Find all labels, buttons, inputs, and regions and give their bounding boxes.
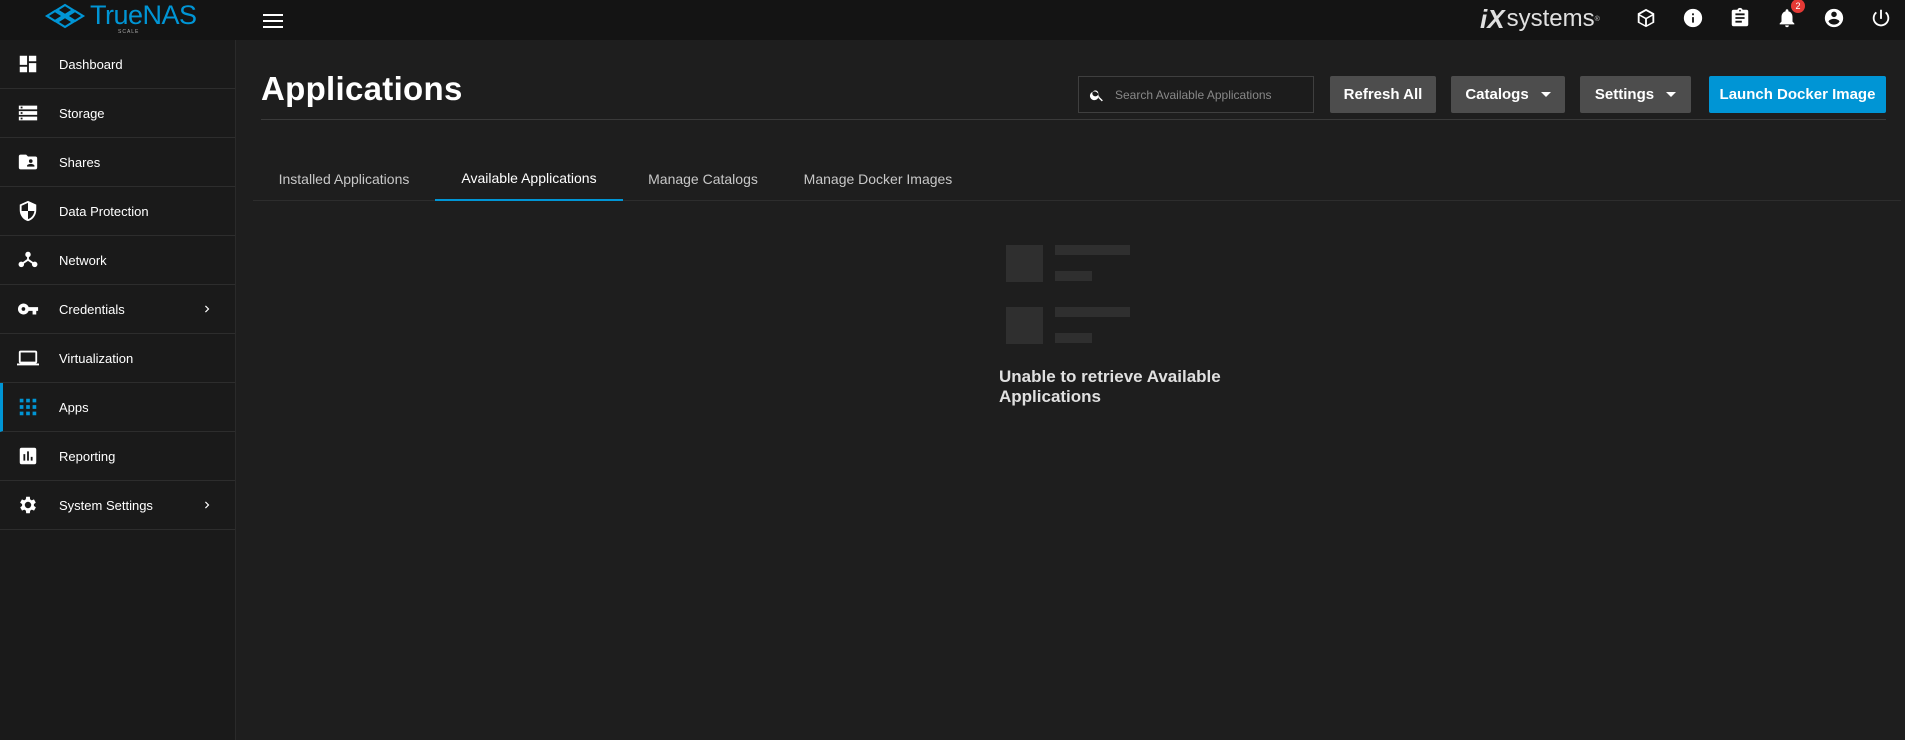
tab-installed-applications[interactable]: Installed Applications [253, 156, 435, 201]
ix-trademark: ® [1594, 15, 1600, 23]
sidebar-item-label: Network [59, 252, 107, 268]
truenas-logo-icon [44, 3, 86, 29]
sidebar-item-label: Dashboard [59, 56, 123, 72]
sidebar-item-storage[interactable]: Storage [0, 89, 235, 138]
power-icon[interactable] [1869, 6, 1893, 30]
folder-shared-icon [17, 151, 39, 173]
shield-icon [17, 200, 39, 222]
launch-docker-image-button[interactable]: Launch Docker Image [1709, 76, 1886, 113]
sidebar-item-reporting[interactable]: Reporting [0, 432, 235, 481]
ixsystems-logo[interactable]: iX systems ® [1480, 2, 1600, 36]
account-icon[interactable] [1822, 6, 1846, 30]
storage-icon [17, 102, 39, 124]
caret-down-icon [1540, 92, 1551, 97]
sidebar-item-system-settings[interactable]: System Settings [0, 481, 235, 530]
sidebar-item-data-protection[interactable]: Data Protection [0, 187, 235, 236]
sidebar-item-virtualization[interactable]: Virtualization [0, 334, 235, 383]
page-title: Applications [261, 70, 463, 107]
caret-down-icon [1666, 92, 1677, 97]
settings-label: Settings [1594, 86, 1655, 103]
menu-toggle-icon[interactable] [263, 10, 283, 30]
search-box[interactable] [1078, 76, 1314, 113]
tab-manage-docker-images[interactable]: Manage Docker Images [783, 156, 973, 201]
key-icon [17, 298, 39, 320]
top-bar: TrueNAS SCALE iX systems ® 2 [0, 0, 1905, 40]
main-content: Applications Refresh All Catalogs Settin… [236, 40, 1905, 740]
ix-logo-mark: iX [1480, 3, 1505, 34]
apps-grid-icon [17, 396, 39, 418]
sidebar-item-label: Shares [59, 154, 101, 170]
chart-icon [17, 445, 39, 467]
sidebar-item-label: Apps [59, 399, 89, 415]
sidebar-item-dashboard[interactable]: Dashboard [0, 40, 235, 89]
sidebar-item-label: Reporting [59, 448, 116, 464]
sidebar-item-network[interactable]: Network [0, 236, 235, 285]
truenas-logo[interactable]: TrueNAS SCALE [44, 0, 197, 36]
sidebar-item-credentials[interactable]: Credentials [0, 285, 235, 334]
launch-docker-image-label: Launch Docker Image [1719, 86, 1876, 103]
tab-manage-catalogs[interactable]: Manage Catalogs [623, 156, 783, 201]
network-icon [17, 249, 39, 271]
empty-state: Unable to retrieve Available Application… [926, 245, 1221, 406]
info-icon[interactable] [1681, 6, 1705, 30]
catalogs-dropdown-button[interactable]: Catalogs [1451, 76, 1565, 113]
tab-bar: Installed Applications Available Applica… [253, 156, 1901, 201]
bell-icon[interactable]: 2 [1775, 0, 1805, 30]
sidebar-item-label: System Settings [59, 497, 153, 513]
sidebar-item-label: Data Protection [59, 203, 149, 219]
empty-state-message: Unable to retrieve Available Application… [999, 367, 1221, 406]
refresh-all-button[interactable]: Refresh All [1330, 76, 1436, 113]
truecommand-icon[interactable] [1634, 6, 1658, 30]
gear-icon [17, 494, 39, 516]
brand-name: TrueNAS [90, 0, 197, 30]
tab-available-applications[interactable]: Available Applications [435, 156, 623, 201]
brand-edition: SCALE [118, 28, 140, 35]
sidebar-item-shares[interactable]: Shares [0, 138, 235, 187]
settings-dropdown-button[interactable]: Settings [1580, 76, 1691, 113]
header-divider [261, 119, 1886, 120]
chevron-right-icon [200, 498, 214, 512]
refresh-all-label: Refresh All [1343, 86, 1423, 103]
sidebar-item-label: Virtualization [59, 350, 134, 366]
search-input[interactable] [1115, 87, 1305, 102]
catalogs-label: Catalogs [1465, 86, 1529, 103]
clipboard-icon[interactable] [1728, 6, 1752, 30]
sidebar: Dashboard Storage Shares Data Protection… [0, 40, 236, 740]
chevron-right-icon [200, 302, 214, 316]
empty-list-placeholder-icon [1006, 245, 1136, 355]
search-icon [1089, 89, 1103, 101]
notification-badge: 2 [1791, 0, 1805, 13]
ix-logo-text: systems [1506, 5, 1595, 32]
dashboard-icon [17, 53, 39, 75]
sidebar-item-apps[interactable]: Apps [0, 383, 235, 432]
sidebar-item-label: Storage [59, 105, 105, 121]
sidebar-item-label: Credentials [59, 301, 125, 317]
laptop-icon [17, 347, 39, 369]
